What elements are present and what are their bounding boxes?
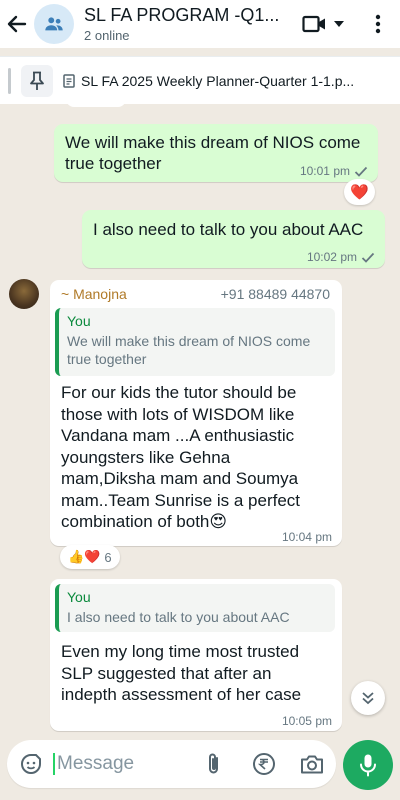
chat-header: SL FA PROGRAM -Q1... 2 online	[0, 0, 400, 48]
reaction-emojis: 👍❤️	[68, 549, 101, 564]
camera-icon	[301, 755, 323, 774]
pinned-document-name: SL FA 2025 Weekly Planner-Quarter 1-1.p.…	[81, 72, 355, 89]
message-bubble[interactable]: We will make this dream of NIOS come tru…	[54, 124, 378, 182]
message-time: 10:02 pm	[306, 250, 357, 264]
sticker-button[interactable]	[15, 748, 47, 780]
text-line: For our kids the tutor should be	[61, 383, 297, 402]
message-composer	[7, 740, 336, 788]
reaction-emoji: ❤️	[350, 184, 369, 201]
chat-title-area[interactable]: SL FA PROGRAM -Q1... 2 online	[84, 5, 302, 43]
group-avatar[interactable]	[34, 4, 74, 44]
quoted-sender: You	[67, 313, 91, 329]
quoted-text: We will make this dream of NIOS come tru…	[67, 333, 311, 367]
attach-button[interactable]	[198, 748, 230, 780]
double-chevron-down-icon	[362, 692, 374, 705]
text-line: Vandana mam ...A enthusiastic	[61, 426, 295, 445]
message-time: 10:04 pm	[281, 530, 332, 544]
paperclip-icon	[209, 753, 218, 774]
camera-button[interactable]	[296, 748, 328, 780]
voice-message-button[interactable]	[343, 740, 393, 790]
document-icon	[63, 73, 75, 88]
text-line: SLP suggested that after an	[61, 663, 272, 683]
reaction-count: 6	[104, 549, 112, 565]
chat-title: SL FA PROGRAM -Q1...	[84, 5, 280, 25]
text-line: youngsters like Gehna	[61, 447, 231, 467]
sender-phone: +91 88489 44870	[220, 286, 330, 302]
text-line: mam..Team Sunrise is a perfect	[61, 490, 301, 510]
pinned-document: SL FA 2025 Weekly Planner-Quarter 1-1.p.…	[63, 73, 354, 89]
quoted-message[interactable]: You We will make this dream of NIOS come…	[55, 308, 335, 376]
message-bubble[interactable]: ~ Manojna +91 88489 44870 You We will ma…	[50, 280, 342, 546]
check-icon	[354, 166, 368, 177]
sender-name[interactable]: ~ Manojna	[61, 286, 127, 302]
sticker-icon	[20, 754, 41, 774]
back-arrow-icon	[7, 15, 27, 33]
pin-icon	[30, 71, 44, 90]
microphone-icon	[360, 754, 376, 777]
message-time: 10:01 pm	[299, 164, 350, 178]
pinned-message-bar[interactable]: SL FA 2025 Weekly Planner-Quarter 1-1.p.…	[0, 56, 400, 104]
video-call-button[interactable]	[302, 4, 346, 44]
sender-avatar[interactable]	[9, 279, 39, 309]
message-text: Even my long time most trusted SLP sugge…	[61, 641, 301, 706]
quoted-sender: You	[67, 589, 91, 605]
message-reaction[interactable]: ❤️	[344, 179, 375, 205]
kebab-menu-icon	[375, 14, 381, 34]
check-icon	[361, 252, 375, 263]
quoted-message[interactable]: You I also need to talk to you about AAC	[55, 584, 335, 632]
message-bubble[interactable]: I also need to talk to you about AAC 10:…	[82, 210, 385, 268]
pinned-indicator	[8, 67, 11, 94]
message-reactions[interactable]: 👍❤️ 6	[60, 545, 120, 569]
more-options-button[interactable]	[366, 4, 390, 44]
previous-message-edge	[66, 99, 126, 107]
text-line: indepth assessment of her case	[61, 685, 302, 704]
online-status: 2 online	[84, 28, 130, 43]
text-line: mam,Diksha mam and Soumya	[61, 469, 299, 488]
quoted-text: I also need to talk to you about AAC	[67, 609, 290, 625]
payment-button[interactable]	[248, 748, 280, 780]
message-bubble[interactable]: You I also need to talk to you about AAC…	[50, 579, 342, 731]
scroll-to-bottom-button[interactable]	[351, 681, 385, 715]
text-line: combination of both😍	[61, 512, 228, 531]
text-line: Even my long time most trusted	[61, 642, 300, 661]
message-time: 10:05 pm	[281, 714, 332, 728]
message-meta: 10:02 pm	[307, 250, 375, 264]
message-text: For our kids the tutor should be those w…	[61, 382, 300, 533]
group-icon	[45, 17, 63, 31]
pin-button[interactable]	[21, 64, 53, 97]
video-camera-icon	[302, 15, 325, 33]
back-button[interactable]	[0, 0, 34, 48]
text-line: those with lots of WISDOM like	[61, 404, 295, 424]
message-input[interactable]	[53, 753, 198, 775]
rupee-icon	[253, 753, 275, 775]
chevron-down-icon	[334, 21, 344, 27]
message-text: I also need to talk to you about AAC	[93, 220, 364, 239]
message-meta: 10:01 pm	[300, 164, 368, 178]
